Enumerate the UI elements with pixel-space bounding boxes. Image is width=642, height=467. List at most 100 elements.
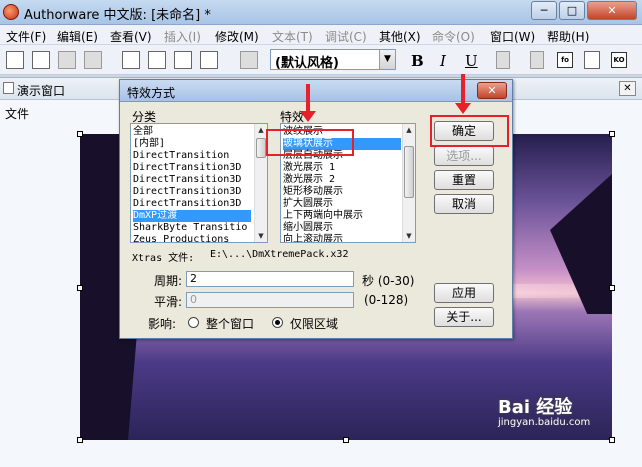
control-panel-icon[interactable]	[530, 51, 544, 69]
category-item[interactable]: DirectTransition3D	[133, 162, 241, 174]
cancel-button[interactable]: 取消	[434, 194, 494, 214]
category-item[interactable]: DirectTransition3D	[133, 186, 241, 198]
category-item[interactable]: [内部]	[133, 138, 165, 150]
menu-insert[interactable]: 插入(I)	[164, 28, 201, 45]
knowledge-objects-icon[interactable]: KO	[611, 52, 627, 68]
variables-icon[interactable]	[584, 51, 600, 69]
title-bar: Authorware 中文版: [未命名] * ─ □ ✕	[0, 0, 642, 25]
menu-debug[interactable]: 调试(C)	[325, 28, 367, 45]
window-title: Authorware 中文版: [未命名] *	[24, 8, 211, 23]
window-icon	[3, 82, 14, 94]
functions-icon[interactable]: fo	[557, 52, 573, 68]
affect-label: 影响:	[148, 317, 177, 331]
annotation-box-ok	[430, 115, 509, 147]
category-item[interactable]: SharkByte Transitio	[133, 222, 247, 234]
bold-button[interactable]: B	[411, 52, 424, 70]
dialog-title: 特效方式	[127, 86, 176, 100]
import-icon[interactable]	[84, 51, 102, 69]
menu-text[interactable]: 文本(T)	[272, 28, 313, 45]
effect-item[interactable]: 激光展示 2	[283, 174, 335, 186]
maximize-button[interactable]: □	[559, 1, 585, 20]
copy-icon[interactable]	[174, 51, 192, 69]
menu-command[interactable]: 命令(O)	[432, 28, 475, 45]
category-item[interactable]: DirectTransition3D	[133, 174, 241, 186]
open-file-icon[interactable]	[32, 51, 50, 69]
scroll-down-icon[interactable]: ▼	[403, 230, 415, 242]
selection-handle[interactable]	[77, 131, 83, 137]
menu-window[interactable]: 窗口(W)	[490, 28, 535, 45]
menu-modify[interactable]: 修改(M)	[215, 28, 259, 45]
chevron-down-icon[interactable]: ▼	[379, 50, 395, 69]
duration-label: 周期:	[154, 274, 183, 288]
selection-handle[interactable]	[343, 437, 349, 443]
smooth-input[interactable]: 0	[186, 292, 354, 308]
style-select-value: (默认风格)	[275, 56, 339, 71]
menu-view[interactable]: 查看(V)	[110, 28, 152, 45]
selection-handle[interactable]	[77, 285, 83, 291]
category-list[interactable]: 全部 [内部] DirectTransition DirectTransitio…	[130, 123, 268, 243]
style-select[interactable]: (默认风格) ▼	[270, 49, 396, 71]
underline-button[interactable]: U	[465, 52, 478, 70]
category-item-selected[interactable]: DmXP过渡	[133, 210, 251, 222]
xtras-path: E:\...\DmXtremePack.x32	[210, 249, 349, 260]
duration-unit: 秒 (0-30)	[362, 274, 415, 288]
selection-handle[interactable]	[609, 285, 615, 291]
menu-other[interactable]: 其他(X)	[379, 28, 421, 45]
effect-item[interactable]: 上下两端向中展示	[283, 210, 363, 222]
effect-scrollbar[interactable]: ▲ ▼	[402, 124, 415, 242]
minimize-button[interactable]: ─	[531, 1, 557, 20]
category-item[interactable]: DirectTransition3D	[133, 198, 241, 210]
smooth-range: (0-128)	[364, 293, 409, 307]
effect-item[interactable]: 激光展示 1	[283, 162, 335, 174]
selection-handle[interactable]	[609, 437, 615, 443]
presentation-close-button[interactable]: ✕	[619, 81, 636, 96]
scroll-down-icon[interactable]: ▼	[255, 230, 267, 242]
toolbar: (默认风格) ▼ B I U fo KO	[0, 45, 642, 75]
app-icon	[3, 4, 19, 20]
scroll-thumb[interactable]	[404, 146, 414, 198]
watermark-url: jingyan.baidu.com	[498, 417, 591, 428]
annotation-arrow-effect	[300, 84, 316, 122]
options-button[interactable]: 选项...	[434, 146, 494, 166]
apply-button[interactable]: 应用	[434, 283, 494, 303]
dialog-close-button[interactable]: ✕	[477, 82, 507, 99]
menu-bar: 文件(F) 编辑(E) 查看(V) 插入(I) 修改(M) 文本(T) 调试(C…	[0, 25, 642, 45]
effect-item[interactable]: 缩小圆展示	[283, 222, 333, 234]
paste-icon[interactable]	[200, 51, 218, 69]
cut-icon[interactable]	[148, 51, 166, 69]
annotation-box-effect	[266, 129, 354, 156]
affect-region-only-radio[interactable]	[272, 317, 283, 328]
effect-item[interactable]: 扩大圆展示	[283, 198, 333, 210]
selection-handle[interactable]	[77, 437, 83, 443]
category-item[interactable]: 全部	[133, 126, 153, 138]
presentation-menu-file[interactable]: 文件	[5, 105, 29, 122]
affect-region-only-label: 仅限区域	[290, 317, 339, 331]
about-button[interactable]: 关于...	[434, 307, 494, 327]
category-item[interactable]: DirectTransition	[133, 150, 229, 162]
effect-item[interactable]: 矩形移动展示	[283, 186, 343, 198]
find-icon[interactable]	[240, 51, 258, 69]
affect-whole-window-radio[interactable]	[188, 317, 199, 328]
menu-help[interactable]: 帮助(H)	[547, 28, 589, 45]
presentation-title: 演示窗口	[17, 84, 66, 98]
undo-icon[interactable]	[122, 51, 140, 69]
scroll-thumb[interactable]	[256, 138, 266, 158]
menu-edit[interactable]: 编辑(E)	[57, 28, 98, 45]
effect-item[interactable]: 向上滚动展示	[283, 234, 343, 242]
annotation-arrow-ok	[455, 74, 471, 114]
category-item[interactable]: Zeus Productions	[133, 234, 229, 242]
italic-button[interactable]: I	[440, 52, 446, 70]
reset-button[interactable]: 重置	[434, 170, 494, 190]
scroll-up-icon[interactable]: ▲	[403, 124, 415, 136]
selection-handle[interactable]	[609, 131, 615, 137]
run-icon[interactable]	[496, 51, 510, 69]
dialog-title-bar: 特效方式 ✕	[120, 80, 512, 102]
duration-input[interactable]: 2	[186, 271, 354, 287]
save-icon[interactable]	[58, 51, 76, 69]
menu-file[interactable]: 文件(F)	[6, 28, 46, 45]
watermark: Bai 经验 jingyan.baidu.com	[498, 393, 590, 428]
xtras-label: Xtras 文件:	[132, 253, 195, 264]
smooth-label: 平滑:	[154, 295, 183, 309]
close-button[interactable]: ✕	[587, 1, 637, 20]
new-file-icon[interactable]	[6, 51, 24, 69]
